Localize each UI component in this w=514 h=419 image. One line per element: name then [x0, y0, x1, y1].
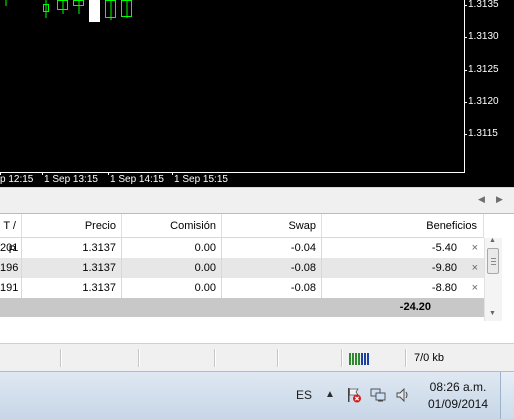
cell-swap: -0.08 [222, 278, 322, 298]
column-header-comision[interactable]: Comisión [122, 214, 222, 238]
network-icon[interactable] [370, 387, 386, 403]
cell-precio: 1.3137 [22, 278, 122, 298]
cell-comision: 0.00 [122, 278, 222, 298]
scrollbar-thumb[interactable] [487, 248, 499, 274]
cell-comision: 0.00 [122, 238, 222, 258]
show-hidden-icons-icon[interactable]: ▲ [325, 389, 335, 400]
scroll-down-icon[interactable]: ▼ [489, 310, 496, 317]
cell-precio: 1.3137 [22, 258, 122, 278]
close-position-icon[interactable]: × [472, 238, 478, 258]
balance-total-row: -24.20 [0, 298, 484, 317]
cell-tp: 201 [0, 238, 22, 258]
price-axis-label: 1.3125 [468, 64, 499, 75]
cell-beneficios: -8.80 [431, 282, 457, 294]
clock-time[interactable]: 08:26 a.m. [428, 380, 488, 394]
vertical-scrollbar[interactable]: ▲ ▼ [484, 237, 502, 321]
status-bar: 7/0 kb [0, 343, 514, 372]
close-position-icon[interactable]: × [472, 258, 478, 278]
time-axis-label: 1 Sep 15:15 [174, 174, 228, 185]
price-axis-label: 1.3135 [468, 0, 499, 10]
connection-traffic-text: 7/0 kb [414, 352, 444, 364]
cell-beneficios: -5.40 [431, 242, 457, 254]
scroll-up-icon[interactable]: ▲ [489, 237, 496, 244]
total-profit: -24.20 [399, 301, 431, 313]
cell-tp: 196 [0, 258, 22, 278]
time-axis-label: 1 Sep 14:15 [110, 174, 164, 185]
cell-tp: 191 [0, 278, 22, 298]
show-desktop-button[interactable] [500, 372, 514, 419]
connection-status-icon[interactable] [349, 351, 371, 365]
clock-date[interactable]: 01/09/2014 [425, 397, 491, 411]
time-axis-label: 1 Sep 13:15 [44, 174, 98, 185]
price-axis-label: 1.3120 [468, 96, 499, 107]
table-row[interactable]: 201 1.3137 0.00 -0.04 -5.40 × [0, 238, 484, 258]
price-chart[interactable]: 1.3135 1.3130 1.3125 1.3120 1.3115 p 12:… [0, 0, 514, 187]
cell-comision: 0.00 [122, 258, 222, 278]
cell-beneficios: -9.80 [431, 262, 457, 274]
cell-swap: -0.08 [222, 258, 322, 278]
column-header-tp[interactable]: T / P [0, 214, 22, 256]
volume-icon[interactable] [395, 387, 411, 403]
time-axis-label: p 12:15 [0, 174, 34, 185]
table-row[interactable]: 191 1.3137 0.00 -0.08 -8.80 × [0, 278, 484, 298]
candlestick-series [5, 0, 132, 22]
column-header-beneficios[interactable]: Beneficios [322, 214, 484, 238]
table-row[interactable]: 196 1.3137 0.00 -0.08 -9.80 × [0, 258, 484, 278]
column-header-precio[interactable]: Precio [22, 214, 122, 238]
column-header-swap[interactable]: Swap [222, 214, 322, 238]
cell-swap: -0.04 [222, 238, 322, 258]
chart-scroll-strip: ◀ ▶ [0, 187, 514, 214]
scroll-left-icon[interactable]: ◀ [478, 194, 485, 205]
scroll-right-icon[interactable]: ▶ [496, 194, 503, 205]
price-axis-label: 1.3130 [468, 31, 499, 42]
language-indicator[interactable]: ES [296, 388, 312, 402]
action-center-flag-icon[interactable] [346, 387, 362, 403]
trade-table: T / P Precio Comisión Swap Beneficios 20… [0, 213, 514, 344]
windows-taskbar: ES ▲ 08:26 a.m. 01/09/2014 [0, 371, 514, 419]
close-position-icon[interactable]: × [472, 278, 478, 298]
cell-precio: 1.3137 [22, 238, 122, 258]
price-axis-label: 1.3115 [468, 128, 498, 139]
